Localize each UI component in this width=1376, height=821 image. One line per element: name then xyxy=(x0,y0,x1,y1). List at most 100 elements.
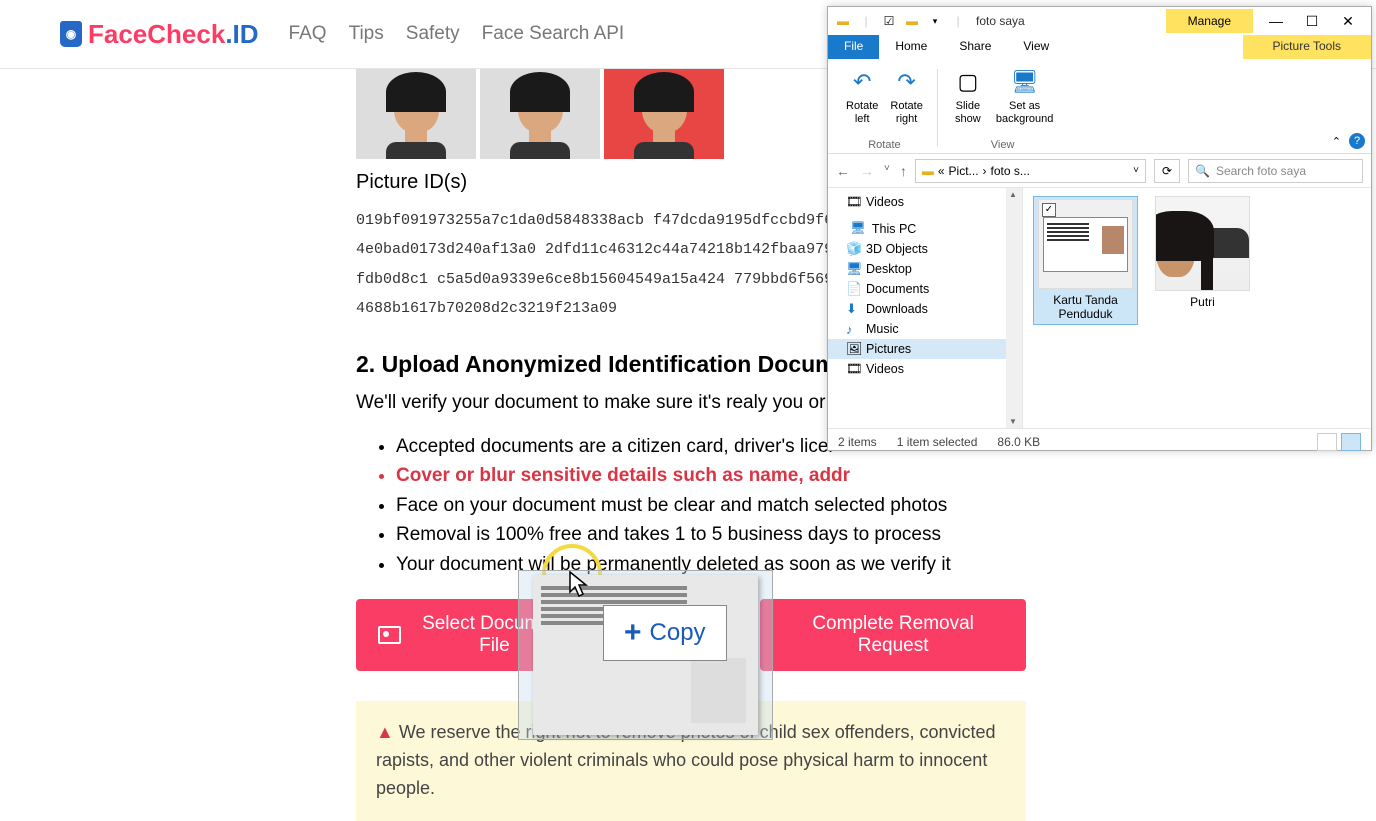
download-icon: ⬇ xyxy=(846,301,857,317)
close-button[interactable]: ✕ xyxy=(1340,13,1356,30)
breadcrumb-item[interactable]: Pict... xyxy=(949,164,979,178)
file-size: 86.0 KB xyxy=(997,435,1040,449)
list-item-warning: Cover or blur sensitive details such as … xyxy=(396,461,1026,490)
manage-tab[interactable]: Manage xyxy=(1166,9,1253,33)
quick-access-toolbar: ▬ | ☑ ▬ ▾ | xyxy=(833,11,968,31)
thumbnail[interactable] xyxy=(480,69,600,159)
navigation-bar: ← → ˅ ↑ ▬ « Pict... › foto s... ˅ ⟳ 🔍 Se… xyxy=(828,154,1371,188)
sidebar-item-videos[interactable]: 🎞Videos xyxy=(828,192,1022,212)
file-thumbnail xyxy=(1155,196,1250,291)
address-bar[interactable]: ▬ « Pict... › foto s... ˅ xyxy=(915,159,1146,183)
title-bar: ▬ | ☑ ▬ ▾ | foto saya Manage — ☐ ✕ xyxy=(828,7,1371,35)
logo-text: FaceCheck xyxy=(88,19,225,50)
document-icon: 📄 xyxy=(846,281,862,297)
drag-overlay: + Copy xyxy=(518,540,773,740)
tab-share[interactable]: Share xyxy=(943,35,1007,59)
tab-view[interactable]: View xyxy=(1007,35,1065,59)
icons-view-button[interactable] xyxy=(1341,433,1361,451)
qat-separator: | xyxy=(948,11,968,31)
ribbon-group-label: View xyxy=(991,139,1015,151)
view-mode-icons xyxy=(1317,433,1361,451)
maximize-button[interactable]: ☐ xyxy=(1304,13,1320,30)
forward-button[interactable]: → xyxy=(860,163,874,179)
nav-api[interactable]: Face Search API xyxy=(482,23,625,45)
id-card-icon xyxy=(378,626,401,644)
cube-icon: 🧊 xyxy=(846,241,862,257)
set-background-button[interactable]: 🖥Set as background xyxy=(994,64,1056,128)
folder-icon[interactable]: ▬ xyxy=(902,11,922,31)
sidebar-item-music[interactable]: ♪Music xyxy=(828,319,1022,339)
cursor-icon xyxy=(568,570,592,607)
sidebar-item-downloads[interactable]: ⬇Downloads xyxy=(828,299,1022,319)
file-list[interactable]: ✓ Kartu Tanda Penduduk Putri xyxy=(1023,188,1371,428)
rotate-left-button[interactable]: ↶Rotate left xyxy=(844,64,880,128)
recent-dropdown[interactable]: ˅ xyxy=(884,163,890,179)
video-icon: 🎞 xyxy=(846,361,863,377)
search-icon: 🔍 xyxy=(1195,164,1210,178)
ribbon-group-rotate: ↶Rotate left ↷Rotate right Rotate xyxy=(836,64,933,151)
plus-icon: + xyxy=(624,616,642,650)
sidebar-item-documents[interactable]: 📄Documents xyxy=(828,279,1022,299)
warning-icon: ▲ xyxy=(376,722,394,742)
nav-tips[interactable]: Tips xyxy=(349,23,384,45)
tab-home[interactable]: Home xyxy=(879,35,943,59)
file-item-ktp[interactable]: ✓ Kartu Tanda Penduduk xyxy=(1033,196,1138,325)
collapse-ribbon-icon[interactable]: ⌃ xyxy=(1332,135,1341,148)
complete-request-button[interactable]: Complete Removal Request xyxy=(760,599,1026,671)
picture-icon: 🖼 xyxy=(846,341,863,357)
breadcrumb-item[interactable]: foto s... xyxy=(991,164,1030,178)
minimize-button[interactable]: — xyxy=(1268,13,1284,30)
navigation-pane: 🎞Videos 🖥This PC 🧊3D Objects 🖥Desktop 📄D… xyxy=(828,188,1023,428)
main-nav: FAQ Tips Safety Face Search API xyxy=(289,23,625,45)
sidebar-item-videos[interactable]: 🎞Videos xyxy=(828,359,1022,379)
video-icon: 🎞 xyxy=(846,194,863,210)
item-count: 2 items xyxy=(838,435,877,449)
tab-picture-tools[interactable]: Picture Tools xyxy=(1243,35,1371,59)
music-icon: ♪ xyxy=(846,322,853,337)
desktop-icon: 🖥 xyxy=(846,261,863,277)
help-icon[interactable]: ? xyxy=(1349,133,1365,149)
status-bar: 2 items 1 item selected 86.0 KB xyxy=(828,428,1371,454)
sidebar-scrollbar[interactable] xyxy=(1006,188,1022,428)
tab-file[interactable]: File xyxy=(828,35,879,59)
window-controls: — ☐ ✕ xyxy=(1268,13,1366,30)
sidebar-item-3d[interactable]: 🧊3D Objects xyxy=(828,239,1022,259)
search-box[interactable]: 🔍 Search foto saya xyxy=(1188,159,1363,183)
thumbnail[interactable] xyxy=(604,69,724,159)
thumbnail[interactable] xyxy=(356,69,476,159)
sidebar-item-pictures[interactable]: 🖼Pictures xyxy=(828,339,1022,359)
details-view-button[interactable] xyxy=(1317,433,1337,451)
logo-text2: .ID xyxy=(225,19,258,50)
file-item-putri[interactable]: Putri xyxy=(1150,196,1255,309)
rotate-right-button[interactable]: ↷Rotate right xyxy=(888,64,924,128)
file-thumbnail: ✓ xyxy=(1038,199,1133,289)
file-label: Putri xyxy=(1190,295,1215,309)
sidebar-this-pc[interactable]: 🖥This PC xyxy=(828,218,1022,239)
chevron-down-icon[interactable]: ˅ xyxy=(1133,165,1139,176)
explorer-body: 🎞Videos 🖥This PC 🧊3D Objects 🖥Desktop 📄D… xyxy=(828,188,1371,428)
folder-icon[interactable]: ▬ xyxy=(833,11,853,31)
up-button[interactable]: ↑ xyxy=(900,163,907,179)
desktop-icon: 🖥 xyxy=(1009,66,1041,98)
rotate-right-icon: ↷ xyxy=(891,66,923,98)
file-explorer-window: ▬ | ☑ ▬ ▾ | foto saya Manage — ☐ ✕ File … xyxy=(827,6,1372,451)
nav-safety[interactable]: Safety xyxy=(406,23,460,45)
ribbon-tabs: File Home Share View Picture Tools xyxy=(828,35,1371,59)
file-label: Kartu Tanda Penduduk xyxy=(1036,293,1135,322)
nav-faq[interactable]: FAQ xyxy=(289,23,327,45)
copy-tooltip: + Copy xyxy=(603,605,727,661)
ribbon: ↶Rotate left ↷Rotate right Rotate ▢Slide… xyxy=(828,59,1371,154)
dropdown-icon[interactable]: ▾ xyxy=(925,11,945,31)
logo[interactable]: ◉ FaceCheck.ID xyxy=(60,19,259,50)
checkbox-icon[interactable]: ✓ xyxy=(1042,203,1056,217)
qat-separator: | xyxy=(856,11,876,31)
sidebar-item-desktop[interactable]: 🖥Desktop xyxy=(828,259,1022,279)
refresh-button[interactable]: ⟳ xyxy=(1154,159,1180,183)
slideshow-button[interactable]: ▢Slide show xyxy=(950,64,986,128)
list-item: Face on your document must be clear and … xyxy=(396,491,1026,520)
checkbox-icon[interactable]: ☑ xyxy=(879,11,899,31)
window-title: foto saya xyxy=(976,14,1025,28)
back-button[interactable]: ← xyxy=(836,163,850,179)
ribbon-help: ⌃ ? xyxy=(1332,133,1365,149)
nav-arrows: ← → ˅ ↑ xyxy=(836,163,907,179)
